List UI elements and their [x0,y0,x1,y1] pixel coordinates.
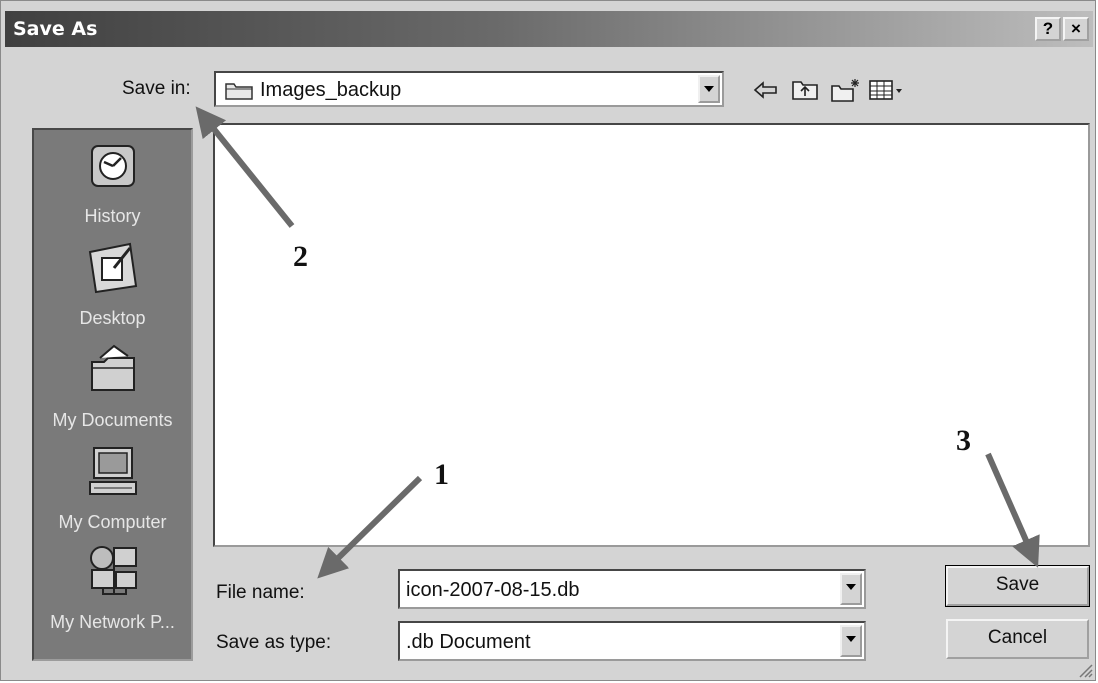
callout-arrow-3 [985,452,1040,568]
callout-arrow-1 [317,475,423,579]
callout-arrows [195,106,1040,579]
callout-number-1: 1 [434,458,449,491]
callout-number-3: 3 [956,424,971,457]
callout-number-2: 2 [293,240,308,273]
callout-arrow-2 [195,106,295,228]
